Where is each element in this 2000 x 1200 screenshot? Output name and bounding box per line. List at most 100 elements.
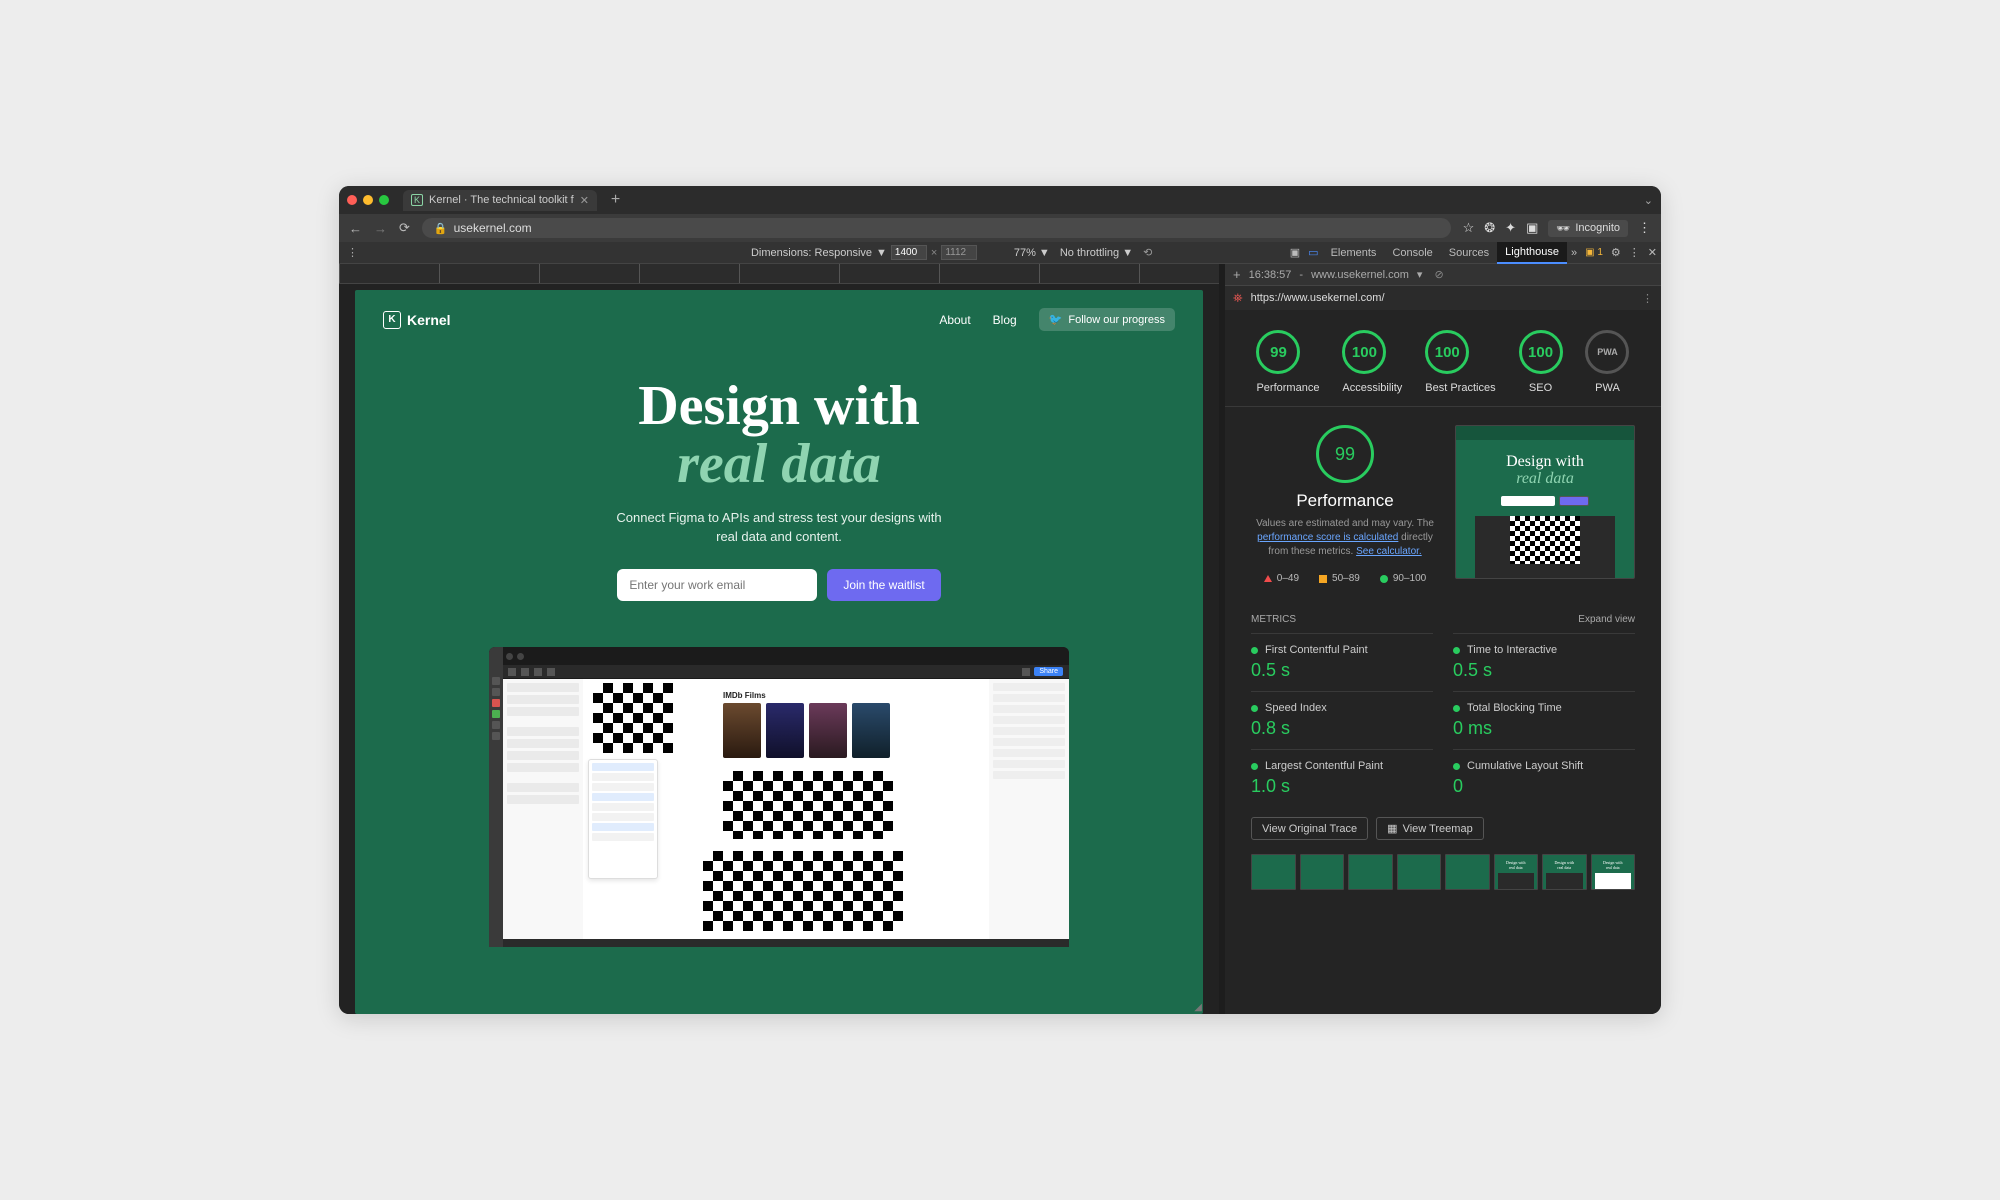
devtools-menu-icon[interactable]: ⋮ xyxy=(1625,246,1644,259)
twitter-icon: 🐦 xyxy=(1049,313,1063,326)
rotate-icon[interactable]: ⟲ xyxy=(1143,246,1152,259)
device-more-icon[interactable]: ⋮ xyxy=(339,246,366,259)
tabs-overflow-icon[interactable]: » xyxy=(1567,247,1581,259)
lighthouse-url-row: ⛯ https://www.usekernel.com/ ⋮ xyxy=(1225,286,1661,310)
maximize-window-icon[interactable] xyxy=(379,195,389,205)
new-tab-button[interactable]: + xyxy=(605,191,626,209)
hero-line2: real data xyxy=(677,433,881,495)
lighthouse-runs-bar: + 16:38:57 - www.usekernel.com ▾ ⊘ xyxy=(1225,264,1661,286)
filmstrip-frame[interactable] xyxy=(1348,854,1393,890)
metric-tbt[interactable]: Total Blocking Time0 ms xyxy=(1453,691,1635,749)
score-pwa[interactable]: PWAPWA xyxy=(1585,330,1629,394)
performance-detail: 99 Performance Values are estimated and … xyxy=(1225,406,1661,602)
close-tab-icon[interactable]: ✕ xyxy=(580,194,589,207)
nav-forward-icon: → xyxy=(374,221,387,236)
figma-screenshot: Share IMDb Films xyxy=(489,647,1069,947)
toolbar-right: ☆ ❂ ✦ ▣ 🕶 Incognito ⋮ xyxy=(1463,220,1651,237)
tab-elements[interactable]: Elements xyxy=(1323,243,1385,263)
score-legend: 0–49 50–89 90–100 xyxy=(1251,573,1439,584)
tab-sources[interactable]: Sources xyxy=(1441,243,1497,263)
tab-title: Kernel · The technical toolkit f xyxy=(429,194,574,206)
metric-fcp[interactable]: First Contentful Paint0.5 s xyxy=(1251,633,1433,691)
incognito-icon: 🕶 xyxy=(1556,222,1570,235)
score-best-practices[interactable]: 100Best Practices xyxy=(1425,330,1495,394)
expand-view-link[interactable]: Expand view xyxy=(1578,614,1635,625)
score-performance[interactable]: 99Performance xyxy=(1256,330,1319,394)
resize-handle-icon[interactable]: ◢ xyxy=(1193,1001,1203,1014)
devtools-close-icon[interactable]: ✕ xyxy=(1644,246,1661,259)
nav-about[interactable]: About xyxy=(939,313,970,327)
minimize-window-icon[interactable] xyxy=(363,195,373,205)
inspect-element-icon[interactable]: ▣ xyxy=(1286,246,1304,259)
height-input[interactable] xyxy=(941,245,977,260)
trace-buttons: View Original Trace ▦View Treemap xyxy=(1225,807,1661,850)
view-original-trace-button[interactable]: View Original Trace xyxy=(1251,817,1368,840)
hero-line1: Design with xyxy=(638,375,920,437)
tabs-menu-icon[interactable]: ⌄ xyxy=(1644,194,1653,207)
devtools-tab-strip: ▣ ▭ Elements Console Sources Lighthouse … xyxy=(1286,242,1661,264)
metric-lcp[interactable]: Largest Contentful Paint1.0 s xyxy=(1251,749,1433,807)
score-seo[interactable]: 100SEO xyxy=(1519,330,1563,394)
see-calculator-link[interactable]: See calculator. xyxy=(1356,546,1422,557)
extensions-icon[interactable]: ✦ xyxy=(1505,220,1516,236)
performance-big-gauge: 99 xyxy=(1316,425,1374,483)
chevron-down-icon[interactable]: ▼ xyxy=(876,247,887,259)
metric-tti[interactable]: Time to Interactive0.5 s xyxy=(1453,633,1635,691)
filmstrip: Design withreal data Design withreal dat… xyxy=(1225,850,1661,900)
filmstrip-frame[interactable] xyxy=(1445,854,1490,890)
zoom-throttle: 77% ▼ No throttling ▼ ⟲ xyxy=(1014,246,1152,259)
menu-icon[interactable]: ⋮ xyxy=(1638,220,1651,236)
tab-bar: K Kernel · The technical toolkit f ✕ + ⌄ xyxy=(339,186,1661,214)
join-waitlist-button[interactable]: Join the waitlist xyxy=(827,569,940,601)
incognito-badge: 🕶 Incognito xyxy=(1548,220,1628,237)
devtools-settings-icon[interactable]: ⚙ xyxy=(1607,246,1625,259)
metric-si[interactable]: Speed Index0.8 s xyxy=(1251,691,1433,749)
hero-subtitle: Connect Figma to APIs and stress test yo… xyxy=(355,509,1203,547)
close-window-icon[interactable] xyxy=(347,195,357,205)
filmstrip-frame[interactable]: Design withreal data xyxy=(1591,854,1636,890)
favicon-icon: K xyxy=(411,194,423,206)
site-logo[interactable]: K Kernel xyxy=(383,311,451,329)
clear-run-icon[interactable]: ⊘ xyxy=(1434,268,1443,281)
filmstrip-frame[interactable] xyxy=(1300,854,1345,890)
panel-divider[interactable] xyxy=(1219,264,1225,1014)
browser-window: K Kernel · The technical toolkit f ✕ + ⌄… xyxy=(339,186,1661,1014)
dimensions-controls: Dimensions: Responsive ▼ × xyxy=(751,245,977,260)
lighthouse-more-icon[interactable]: ⋮ xyxy=(1642,292,1653,305)
content-row: K Kernel About Blog 🐦 Follow our progres… xyxy=(339,264,1661,1014)
filmstrip-frame[interactable]: Design withreal data xyxy=(1494,854,1539,890)
reload-icon[interactable]: ⟳ xyxy=(399,220,410,236)
view-treemap-button[interactable]: ▦View Treemap xyxy=(1376,817,1484,840)
filmstrip-frame[interactable] xyxy=(1397,854,1442,890)
throttle-dropdown[interactable]: No throttling ▼ xyxy=(1060,247,1133,259)
brand-name: Kernel xyxy=(407,312,451,328)
width-input[interactable] xyxy=(891,245,927,260)
ruler xyxy=(339,264,1219,284)
tab-console[interactable]: Console xyxy=(1384,243,1440,263)
browser-tab[interactable]: K Kernel · The technical toolkit f ✕ xyxy=(403,190,597,211)
tab-lighthouse[interactable]: Lighthouse xyxy=(1497,242,1567,264)
chevron-down-icon[interactable]: ▾ xyxy=(1417,268,1423,281)
filmstrip-frame[interactable] xyxy=(1251,854,1296,890)
url-field[interactable]: 🔒 usekernel.com xyxy=(422,218,1451,238)
metric-cls[interactable]: Cumulative Layout Shift0 xyxy=(1453,749,1635,807)
filmstrip-frame[interactable]: Design withreal data xyxy=(1542,854,1587,890)
follow-button[interactable]: 🐦 Follow our progress xyxy=(1039,308,1175,331)
warnings-badge[interactable]: ▣ 1 xyxy=(1581,247,1607,258)
panel-icon[interactable]: ▣ xyxy=(1526,220,1538,236)
new-run-icon[interactable]: + xyxy=(1233,267,1241,282)
device-mode-icon[interactable]: ▭ xyxy=(1304,246,1322,259)
score-accessibility[interactable]: 100Accessibility xyxy=(1342,330,1402,394)
perf-calc-link[interactable]: performance score is calculated xyxy=(1257,532,1398,543)
zoom-dropdown[interactable]: 77% ▼ xyxy=(1014,247,1050,259)
run-host[interactable]: www.usekernel.com xyxy=(1311,269,1409,281)
star-icon[interactable]: ☆ xyxy=(1463,220,1475,236)
cta-row: Join the waitlist xyxy=(355,569,1203,601)
email-input[interactable] xyxy=(617,569,817,601)
dimensions-label[interactable]: Dimensions: Responsive xyxy=(751,247,872,259)
nav-back-icon[interactable]: ← xyxy=(349,221,362,236)
settings-wheel-icon[interactable]: ❂ xyxy=(1484,220,1495,236)
circle-icon xyxy=(1380,575,1388,583)
nav-blog[interactable]: Blog xyxy=(993,313,1017,327)
responsive-viewport: K Kernel About Blog 🐦 Follow our progres… xyxy=(339,264,1219,1014)
